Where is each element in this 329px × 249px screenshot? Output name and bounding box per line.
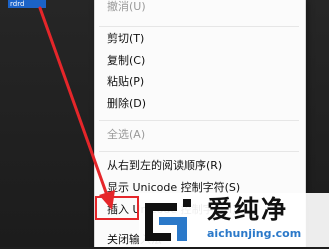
menu-item-rtl-reading-order[interactable]: 从右到左的阅读顺序(R) xyxy=(107,157,222,175)
menu-item-select-all[interactable]: 全选(A) xyxy=(107,126,145,144)
watermark-url: aichunjing.com xyxy=(207,227,302,240)
menu-divider xyxy=(99,120,299,121)
menu-item-cut[interactable]: 剪切(T) xyxy=(107,30,144,48)
menu-item-paste[interactable]: 粘贴(P) xyxy=(107,73,144,91)
selected-text: rdrd xyxy=(8,0,46,8)
menu-divider xyxy=(99,151,299,152)
menu-item-undo[interactable]: 撤消(U) xyxy=(107,0,146,16)
watermark: 爱纯净 aichunjing.com xyxy=(139,193,329,247)
menu-divider xyxy=(99,26,299,27)
watermark-title: 爱纯净 xyxy=(207,195,289,224)
menu-item-delete[interactable]: 删除(D) xyxy=(107,95,146,113)
brand-logo-icon xyxy=(145,199,191,241)
menu-item-copy[interactable]: 复制(C) xyxy=(107,52,145,70)
highlight-box xyxy=(95,196,139,220)
